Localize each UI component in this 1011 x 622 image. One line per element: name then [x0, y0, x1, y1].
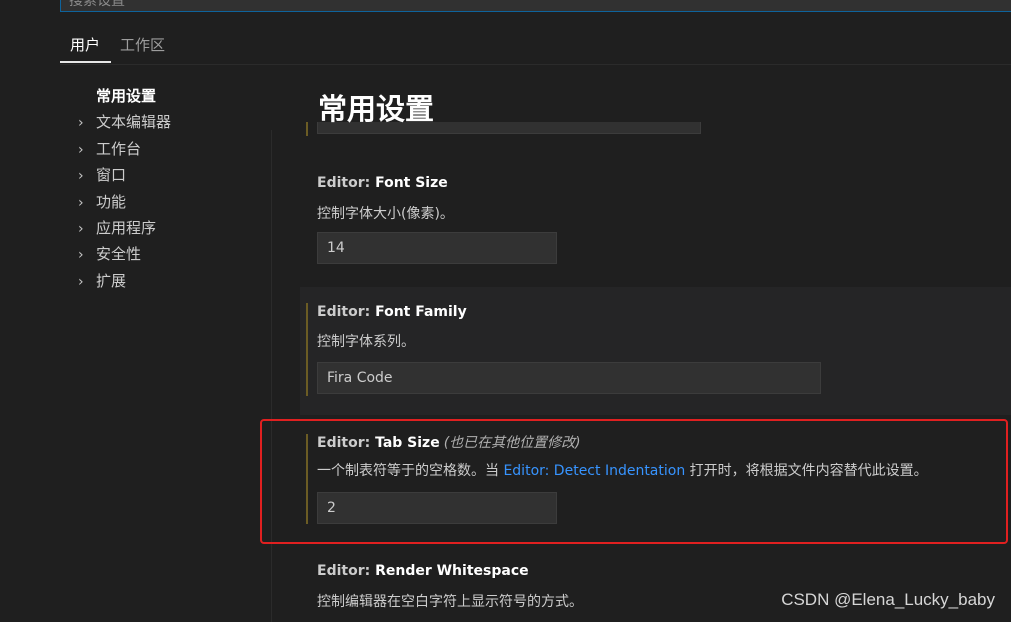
- settings-tabs: 用户 工作区: [60, 30, 1011, 65]
- toc-item-label: 安全性: [96, 245, 142, 263]
- toc-item-window[interactable]: › 窗口: [78, 164, 126, 184]
- setting-render-whitespace: Editor: Render Whitespace 控制编辑器在空白字符上显示符…: [300, 550, 1011, 622]
- highlight-annotation-box: [260, 419, 1008, 544]
- setting-description: 控制编辑器在空白字符上显示符号的方式。: [317, 594, 583, 610]
- toc-item-label: 窗口: [96, 166, 127, 184]
- chevron-right-icon: ›: [78, 221, 84, 237]
- toc-item-application[interactable]: › 应用程序: [78, 217, 156, 237]
- chevron-right-icon: ›: [78, 195, 84, 211]
- setting-font-family: Editor: Font Family 控制字体系列。 Fira Code: [300, 287, 1011, 415]
- setting-description: 控制字体大小(像素)。: [317, 206, 454, 222]
- toc-item-label: 扩展: [96, 272, 127, 290]
- font-family-input[interactable]: Fira Code: [317, 362, 821, 394]
- toc-item-features[interactable]: › 功能: [78, 191, 126, 211]
- toc-item-label: 应用程序: [96, 219, 157, 237]
- font-size-input[interactable]: 14: [317, 232, 557, 264]
- chevron-right-icon: ›: [78, 168, 84, 184]
- modified-indicator: [306, 122, 308, 136]
- chevron-right-icon: ›: [78, 274, 84, 290]
- toc-item-workbench[interactable]: › 工作台: [78, 138, 141, 158]
- chevron-right-icon: ›: [78, 142, 84, 158]
- watermark: CSDN @Elena_Lucky_baby: [781, 590, 995, 609]
- setting-title: Editor: Font Size: [317, 175, 448, 191]
- chevron-right-icon: ›: [78, 115, 84, 131]
- setting-description: 控制字体系列。: [317, 334, 415, 350]
- tab-workspace[interactable]: 工作区: [120, 35, 165, 55]
- sidebar-divider: [271, 130, 272, 622]
- modified-indicator: [306, 303, 308, 396]
- setting-title: Editor: Font Family: [317, 304, 467, 320]
- toc-item-extensions[interactable]: › 扩展: [78, 270, 126, 290]
- setting-title: Editor: Render Whitespace: [317, 563, 529, 579]
- chevron-right-icon: ›: [78, 247, 84, 263]
- setting-font-size: Editor: Font Size 控制字体大小(像素)。 14: [300, 160, 1011, 280]
- toc-item-security[interactable]: › 安全性: [78, 243, 141, 263]
- page-title: 常用设置: [318, 92, 435, 126]
- toc-item-text-editor[interactable]: › 文本编辑器: [78, 111, 171, 131]
- toc-item-label: 功能: [96, 193, 127, 211]
- tab-user[interactable]: 用户: [70, 35, 100, 55]
- toc-item-commonly-used[interactable]: 常用设置: [96, 85, 156, 106]
- active-tab-indicator: [60, 61, 111, 63]
- toc-item-label: 文本编辑器: [96, 113, 172, 131]
- search-input[interactable]: 搜索设置: [60, 0, 1011, 12]
- toc-item-label: 工作台: [96, 140, 142, 158]
